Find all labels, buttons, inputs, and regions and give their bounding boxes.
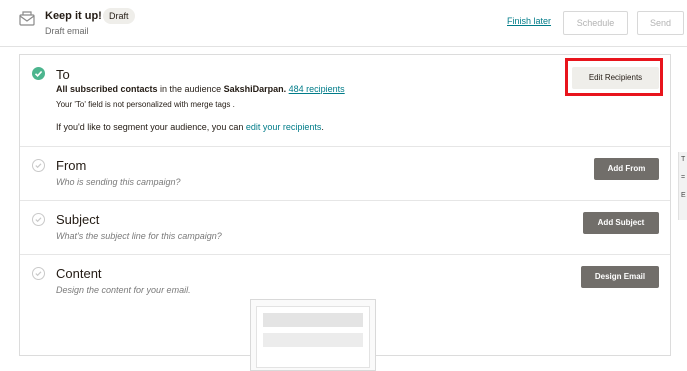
- campaign-header: Keep it up! Draft Draft email Finish lat…: [0, 0, 687, 47]
- status-badge: Draft: [103, 8, 135, 24]
- content-section: Content Design the content for your emai…: [20, 255, 670, 371]
- audience-name: SakshiDarpan.: [223, 84, 287, 94]
- campaign-title: Keep it up!: [45, 10, 102, 22]
- add-subject-button[interactable]: Add Subject: [583, 212, 659, 234]
- add-from-button[interactable]: Add From: [594, 158, 659, 180]
- envelope-icon: [19, 11, 35, 26]
- campaign-type: Draft email: [45, 26, 89, 36]
- recipients-count-link[interactable]: 484 recipients: [289, 84, 345, 94]
- from-section: From Who is sending this campaign? Add F…: [20, 147, 670, 201]
- email-preview-block: [263, 333, 363, 347]
- to-summary: All subscribed contacts in the audience …: [56, 84, 345, 94]
- to-title: To: [56, 67, 70, 82]
- segment-end: .: [321, 122, 324, 132]
- to-section: To All subscribed contacts in the audien…: [20, 55, 670, 147]
- edit-recipients-link[interactable]: edit your recipients: [246, 122, 322, 132]
- subject-section: Subject What's the subject line for this…: [20, 201, 670, 255]
- content-title: Content: [56, 266, 102, 281]
- subject-title: Subject: [56, 212, 100, 227]
- email-preview-thumbnail: [250, 299, 376, 371]
- schedule-button[interactable]: Schedule: [563, 11, 628, 35]
- from-title: From: [56, 158, 87, 173]
- incomplete-check-icon: [32, 213, 45, 226]
- email-preview-block: [263, 313, 363, 327]
- audience-connector: in the audience: [157, 84, 224, 94]
- side-tab-glyph: =: [681, 174, 686, 181]
- highlight-box: [565, 58, 663, 96]
- audience-scope: All subscribed contacts: [56, 84, 158, 94]
- segment-text: If you'd like to segment your audience, …: [56, 122, 246, 132]
- send-button[interactable]: Send: [637, 11, 684, 35]
- subject-hint: What's the subject line for this campaig…: [56, 231, 222, 241]
- merge-tag-note: Your 'To' field is not personalized with…: [56, 100, 235, 109]
- side-tab-glyph: T: [681, 156, 686, 163]
- campaign-checklist: To All subscribed contacts in the audien…: [19, 54, 671, 371]
- email-preview-body: [256, 306, 370, 368]
- side-tab-glyph: E: [681, 192, 686, 199]
- side-feedback-tab[interactable]: T = E: [678, 152, 687, 220]
- segment-hint: If you'd like to segment your audience, …: [56, 122, 324, 132]
- content-hint: Design the content for your email.: [56, 285, 191, 295]
- from-hint: Who is sending this campaign?: [56, 177, 181, 187]
- finish-later-link[interactable]: Finish later: [507, 16, 551, 26]
- incomplete-check-icon: [32, 267, 45, 280]
- design-email-button[interactable]: Design Email: [581, 266, 659, 288]
- complete-check-icon: [32, 67, 45, 80]
- incomplete-check-icon: [32, 159, 45, 172]
